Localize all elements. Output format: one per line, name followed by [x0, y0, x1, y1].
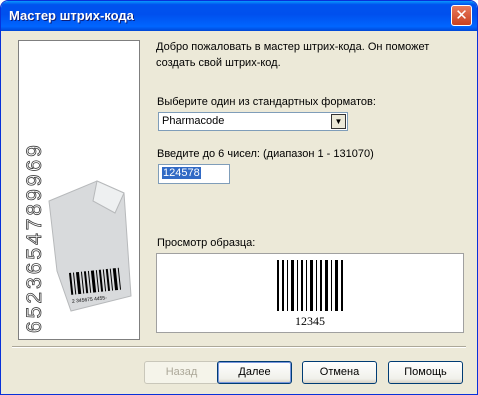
wizard-side-image: 2 345675 4455- 6523654789969	[18, 40, 140, 340]
button-separator	[12, 346, 466, 348]
format-select[interactable]: Pharmacode ▼	[158, 112, 348, 131]
preview-caption: 12345	[295, 314, 325, 328]
dialog-body: 2 345675 4455- 6523654789969 Добро пожал…	[4, 31, 474, 392]
preview-barcode	[277, 260, 343, 311]
close-button[interactable]: ✕	[451, 5, 472, 26]
vertical-digits: 6523654789969	[23, 142, 46, 333]
intro-line-2: создать свой штрих-код.	[156, 57, 281, 69]
format-label: Выберите один из стандартных форматов:	[157, 96, 376, 108]
barcode-illustration: 2 345675 4455- 6523654789969	[23, 142, 132, 333]
close-icon: ✕	[455, 6, 468, 24]
barcode-preview: 12345	[156, 253, 464, 333]
number-label: Введите до 6 чисел: (диапазон 1 - 131070…	[157, 148, 374, 160]
barcode-wizard-window: Мастер штрих-кода ✕ 2 345675 4455- 65236…	[0, 0, 478, 395]
dropdown-arrow-icon[interactable]: ▼	[331, 114, 346, 129]
intro-line-1: Добро пожаловать в мастер штрих-кода. Он…	[156, 41, 430, 53]
title-bar[interactable]: Мастер штрих-кода ✕	[1, 1, 477, 31]
format-selected-value: Pharmacode	[162, 115, 225, 127]
window-title: Мастер штрих-кода	[9, 8, 134, 23]
back-button[interactable]: Назад	[144, 361, 219, 384]
next-button[interactable]: Далее	[217, 361, 292, 384]
cancel-button[interactable]: Отмена	[302, 361, 377, 384]
number-input[interactable]: 124578	[158, 164, 230, 184]
preview-label: Просмотр образца:	[157, 237, 256, 249]
number-input-value: 124578	[162, 167, 201, 179]
help-button[interactable]: Помощь	[388, 361, 463, 384]
